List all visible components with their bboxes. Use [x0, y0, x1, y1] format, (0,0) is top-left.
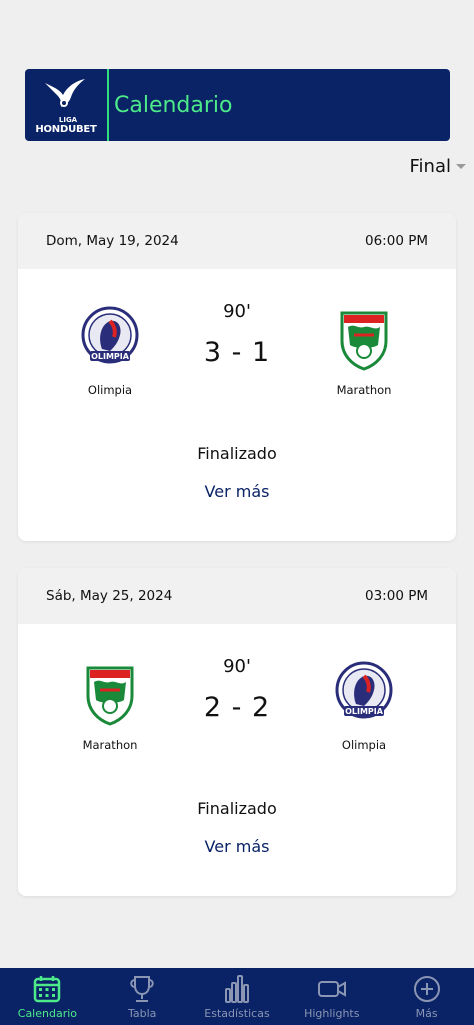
away-team[interactable]: Marathon [304, 305, 424, 397]
see-more-link[interactable]: Ver más [18, 482, 456, 501]
header-divider [107, 69, 109, 141]
plus-circle-icon [413, 976, 440, 1002]
trophy-icon [130, 976, 154, 1002]
home-team-name: Olimpia [87, 383, 133, 397]
home-team-name: Marathon [82, 738, 138, 752]
nav-item-calendario[interactable]: Calendario [0, 968, 95, 1025]
match-status: Finalizado [197, 799, 277, 818]
nav-item-tabla[interactable]: Tabla [95, 968, 190, 1025]
away-team-name: Olimpia [341, 738, 387, 752]
logo-brand-text: HONDUBET [35, 124, 97, 135]
nav-label-calendario: Calendario [17, 1007, 78, 1020]
match-card: Dom, May 19, 2024 06:00 PM OLIMPIA Olimp… [18, 213, 456, 541]
page-title: Calendario [114, 92, 233, 118]
caret-down-icon [456, 164, 466, 169]
bottom-navigation: Calendario Tabla Estadísticas Highlights [0, 968, 474, 1025]
bar-chart-icon [224, 975, 249, 1003]
calendar-icon [34, 976, 61, 1003]
olimpia-crest-icon: OLIMPIA [335, 661, 393, 719]
liga-hondubet-logo: LIGA HONDUBET [25, 69, 107, 141]
video-icon [317, 981, 346, 997]
nav-label-estadisticas: Estadísticas [204, 1007, 270, 1020]
nav-label-mas: Más [415, 1007, 438, 1020]
nav-label-tabla: Tabla [127, 1007, 157, 1020]
svg-text:OLIMPIA: OLIMPIA [345, 707, 384, 716]
round-filter-dropdown[interactable]: Final [410, 156, 466, 177]
match-card-header: Sáb, May 25, 2024 03:00 PM [18, 568, 456, 624]
round-filter-value: Final [409, 156, 451, 177]
away-team-name: Marathon [336, 383, 392, 397]
match-date: Dom, May 19, 2024 [46, 233, 179, 249]
nav-item-estadisticas[interactable]: Estadísticas [190, 968, 285, 1025]
hummingbird-icon [45, 79, 85, 107]
match-time: 06:00 PM [365, 233, 428, 249]
marathon-crest-icon [340, 311, 388, 371]
nav-label-highlights: Highlights [304, 1007, 360, 1020]
nav-item-mas[interactable]: Más [379, 968, 474, 1025]
logo-liga-text: LIGA [58, 116, 78, 124]
match-time: 03:00 PM [365, 588, 428, 604]
match-card: Sáb, May 25, 2024 03:00 PM Marathon 90' … [18, 568, 456, 896]
see-more-link[interactable]: Ver más [18, 837, 456, 856]
match-status: Finalizado [197, 444, 277, 463]
match-date: Sáb, May 25, 2024 [46, 588, 173, 604]
app-header: LIGA HONDUBET Calendario [25, 69, 450, 141]
nav-item-highlights[interactable]: Highlights [284, 968, 379, 1025]
match-card-header: Dom, May 19, 2024 06:00 PM [18, 213, 456, 269]
away-team[interactable]: OLIMPIA Olimpia [304, 660, 424, 752]
